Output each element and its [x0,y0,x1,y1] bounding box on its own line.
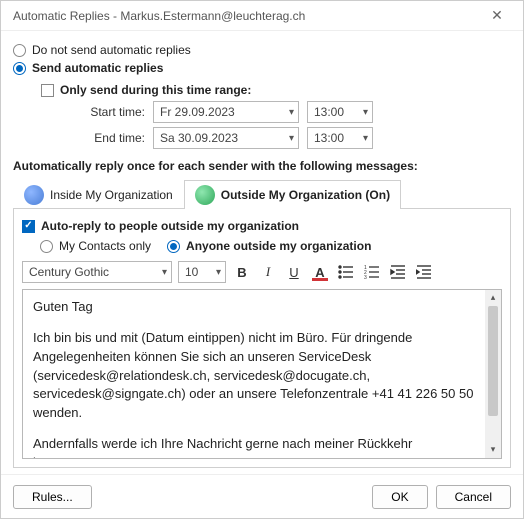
end-date-value: Sa 30.09.2023 [160,131,238,145]
chevron-down-icon: ▾ [162,267,167,278]
editor-toolbar: Century Gothic ▾ 10 ▾ B I U A 123 [22,261,502,283]
end-time-combo[interactable]: 13:00 ▾ [307,127,373,149]
checkbox-icon [22,220,35,233]
font-size-value: 10 [185,265,198,279]
tab-outside-label: Outside My Organization (On) [221,188,390,202]
close-button[interactable]: ✕ [479,6,515,26]
start-date-value: Fr 29.09.2023 [160,105,235,119]
chevron-down-icon: ▾ [363,107,368,118]
numbered-list-button[interactable]: 123 [362,262,382,282]
globe-icon [195,185,215,205]
scroll-down-icon[interactable]: ▾ [485,442,501,458]
bold-button[interactable]: B [232,262,252,282]
start-date-combo[interactable]: Fr 29.09.2023 ▾ [153,101,299,123]
chevron-down-icon: ▾ [216,267,221,278]
end-time-label: End time: [55,131,145,145]
italic-button[interactable]: I [258,262,278,282]
end-time-row: End time: Sa 30.09.2023 ▾ 13:00 ▾ [55,127,511,149]
time-range-block: Only send during this time range: Start … [41,81,511,149]
reply-once-label: Automatically reply once for each sender… [13,159,511,173]
message-editor[interactable]: Guten Tag Ich bin bis und mit (Datum ein… [22,289,502,459]
font-family-combo[interactable]: Century Gothic ▾ [22,261,172,283]
end-time-value: 13:00 [314,131,344,145]
rules-button[interactable]: Rules... [13,485,92,509]
message-body-1: Ich bin bis und mit (Datum eintippen) ni… [33,329,477,423]
radio-icon [13,44,26,57]
contacts-only-label: My Contacts only [59,239,151,253]
tab-body-outside: Auto-reply to people outside my organiza… [13,209,511,468]
message-greeting: Guten Tag [33,298,477,317]
content-area: Do not send automatic replies Send autom… [1,31,523,474]
automatic-replies-dialog: Automatic Replies - Markus.Estermann@leu… [0,0,524,519]
dont-send-label: Do not send automatic replies [32,43,191,57]
autoreply-outside-option[interactable]: Auto-reply to people outside my organiza… [22,219,502,233]
tab-inside-label: Inside My Organization [50,188,173,202]
start-time-row: Start time: Fr 29.09.2023 ▾ 13:00 ▾ [55,101,511,123]
outside-scope-options: My Contacts only Anyone outside my organ… [40,237,502,255]
decrease-indent-button[interactable] [388,262,408,282]
dont-send-option[interactable]: Do not send automatic replies [13,43,511,57]
start-time-combo[interactable]: 13:00 ▾ [307,101,373,123]
window-title: Automatic Replies - Markus.Estermann@leu… [13,9,305,23]
checkbox-icon [41,84,54,97]
radio-icon [13,62,26,75]
svg-text:3: 3 [364,275,367,280]
titlebar: Automatic Replies - Markus.Estermann@leu… [1,1,523,31]
autoreply-outside-label: Auto-reply to people outside my organiza… [41,219,299,233]
scroll-thumb[interactable] [488,306,498,416]
start-time-label: Start time: [55,105,145,119]
contacts-only-option[interactable]: My Contacts only [40,239,151,253]
dialog-footer: Rules... OK Cancel [1,474,523,518]
anyone-option[interactable]: Anyone outside my organization [167,239,371,253]
start-time-value: 13:00 [314,105,344,119]
tabs: Inside My Organization Outside My Organi… [13,179,511,209]
radio-icon [167,240,180,253]
tab-outside[interactable]: Outside My Organization (On) [184,180,401,209]
increase-indent-button[interactable] [414,262,434,282]
radio-icon [40,240,53,253]
scroll-up-icon[interactable]: ▴ [485,290,501,306]
font-size-combo[interactable]: 10 ▾ [178,261,226,283]
tab-inside[interactable]: Inside My Organization [13,180,184,209]
editor-scrollbar[interactable]: ▴ ▾ [485,290,501,458]
only-range-label: Only send during this time range: [60,83,251,97]
message-body-2: Andernfalls werde ich Ihre Nachricht ger… [33,435,477,459]
chevron-down-icon: ▾ [363,133,368,144]
anyone-label: Anyone outside my organization [186,239,371,253]
bullet-list-button[interactable] [336,262,356,282]
chevron-down-icon: ▾ [289,133,294,144]
font-color-button[interactable]: A [310,262,330,282]
ok-button[interactable]: OK [372,485,427,509]
underline-button[interactable]: U [284,262,304,282]
people-icon [24,185,44,205]
chevron-down-icon: ▾ [289,107,294,118]
send-label: Send automatic replies [32,61,163,75]
end-date-combo[interactable]: Sa 30.09.2023 ▾ [153,127,299,149]
only-range-option[interactable]: Only send during this time range: [41,83,511,97]
cancel-button[interactable]: Cancel [436,485,511,509]
font-family-value: Century Gothic [29,265,109,279]
send-option[interactable]: Send automatic replies [13,61,511,75]
